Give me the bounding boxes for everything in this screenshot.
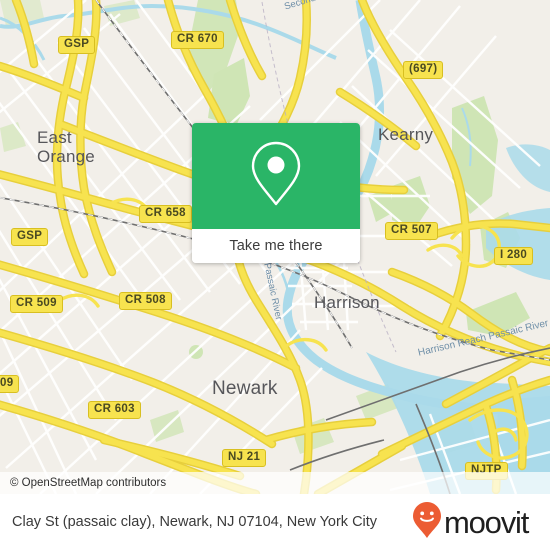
- shield-cr-509[interactable]: CR 509: [10, 295, 63, 313]
- moovit-pin-smiley-icon: [412, 501, 442, 544]
- shield-nj-21[interactable]: NJ 21: [222, 449, 267, 467]
- address-caption: Clay St (passaic clay), Newark, NJ 07104…: [12, 513, 378, 530]
- shield-gsp-north[interactable]: GSP: [58, 36, 96, 54]
- shield-cr-658[interactable]: CR 658: [139, 205, 192, 223]
- map-attribution: © OpenStreetMap contributors: [0, 472, 550, 494]
- shield-cr-670[interactable]: CR 670: [171, 31, 224, 49]
- map-pin-icon: [247, 138, 305, 215]
- take-me-there-button[interactable]: Take me there: [192, 229, 360, 263]
- footer-bar: Clay St (passaic clay), Newark, NJ 07104…: [0, 494, 550, 550]
- take-me-there-callout[interactable]: Take me there: [192, 123, 360, 263]
- shield-i-280[interactable]: I 280: [494, 247, 534, 265]
- take-me-there-label: Take me there: [229, 238, 323, 254]
- attribution-text: © OpenStreetMap contributors: [10, 477, 167, 489]
- moovit-logo[interactable]: moovit: [412, 501, 536, 544]
- shield-cr-603[interactable]: CR 603: [88, 401, 141, 419]
- shield-697[interactable]: (697): [403, 61, 444, 79]
- moovit-wordmark: moovit: [444, 504, 529, 540]
- map-canvas[interactable]: East Orange Kearny Harrison Newark Secon…: [0, 0, 550, 494]
- shield-509-partial[interactable]: 09: [0, 375, 20, 393]
- map-screenshot: East Orange Kearny Harrison Newark Secon…: [0, 0, 550, 550]
- shield-cr-507[interactable]: CR 507: [385, 222, 438, 240]
- shield-cr-508[interactable]: CR 508: [119, 292, 172, 310]
- shield-gsp-west[interactable]: GSP: [11, 228, 49, 246]
- callout-icon-panel: [192, 123, 360, 229]
